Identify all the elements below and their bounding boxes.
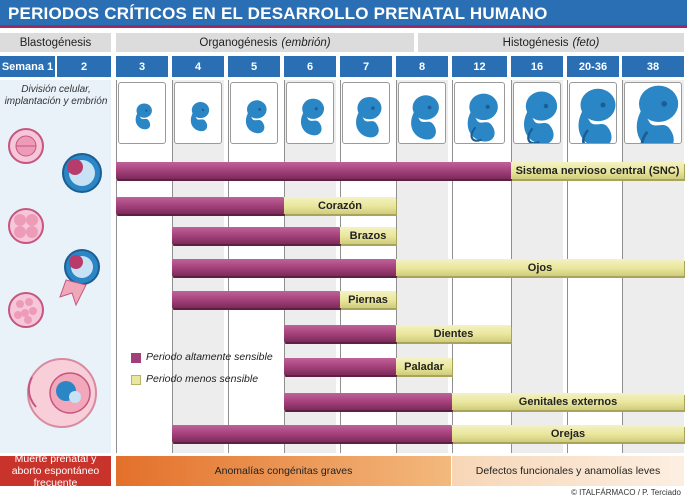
- bar-low-sensitivity: Orejas: [452, 425, 684, 442]
- bar-high-sensitivity: [172, 227, 340, 244]
- blastocyst-icon: [62, 153, 102, 193]
- bar-low-sensitivity: Dientes: [396, 325, 511, 342]
- organ-label: Corazón: [318, 199, 362, 212]
- embryo-cell-week-12: [454, 82, 505, 144]
- phase-blastogenesis-label: Blastogénesis: [19, 36, 92, 49]
- four-cell-embryo-icon: [8, 208, 44, 244]
- bar-low-sensitivity: Piernas: [340, 291, 396, 308]
- embryo-icon: [135, 103, 152, 130]
- embryo-icon: [356, 96, 382, 138]
- column-divider: [116, 80, 117, 453]
- zygote-icon: [8, 128, 44, 164]
- week-header-1: Semana 1: [0, 56, 55, 77]
- week-header-8: 8: [396, 56, 448, 77]
- legend-low-label: Periodo menos sensible: [146, 373, 259, 385]
- week-header-10: 16: [511, 56, 563, 77]
- legend-high-label: Periodo altamente sensible: [146, 351, 273, 363]
- phase-organogenesis-label: Organogénesis: [199, 36, 278, 49]
- embryo-icon: [190, 101, 210, 132]
- week1-caption: División celular, implantación y embrión: [4, 84, 108, 107]
- week-header-5: 5: [228, 56, 280, 77]
- morula-icon: [8, 292, 44, 328]
- bar-low-sensitivity: Genitales externos: [452, 393, 684, 410]
- embryo-cell-week-6: [286, 82, 334, 144]
- early-stage-illustrations: [8, 128, 102, 428]
- bar-high-sensitivity: [284, 393, 452, 410]
- embryo-icon: [411, 95, 439, 140]
- week-header-2: 2: [57, 56, 111, 77]
- week-header-4: 4: [172, 56, 224, 77]
- organ-label: Paladar: [404, 360, 444, 373]
- embryo-cell-week-7: [342, 82, 390, 144]
- organ-label: Dientes: [433, 327, 474, 340]
- organ-label: Orejas: [550, 427, 586, 440]
- embryo-cell-week-3: [118, 82, 166, 144]
- bar-low-sensitivity: Paladar: [396, 358, 452, 375]
- bar-high-sensitivity: [116, 162, 511, 179]
- week-header-12: 38: [622, 56, 684, 77]
- embryo-cell-week-5: [230, 82, 278, 144]
- embryo-icon: [300, 98, 325, 136]
- footer-functional-defects-label: Defectos funcionales y anamolías leves: [475, 465, 661, 477]
- organ-label: Genitales externos: [518, 395, 618, 408]
- bar-low-sensitivity: Corazón: [284, 197, 396, 214]
- embryo-cell-week-20-36: [569, 82, 617, 148]
- week-header-3: 3: [116, 56, 168, 77]
- bar-high-sensitivity: [172, 259, 396, 276]
- phase-organogenesis: Organogénesis (embrión): [116, 33, 414, 52]
- organ-label: Piernas: [348, 293, 388, 306]
- embryo-cell-week-8: [398, 82, 446, 144]
- embryo-cell-week-38: [624, 82, 682, 152]
- implanting-blastocyst-icon: [59, 249, 100, 307]
- embryo-cell-week-16: [513, 82, 561, 145]
- footer-severe-anomalies: Anomalías congénitas graves: [116, 456, 451, 486]
- page-title: PERIODOS CRÍTICOS EN EL DESARROLLO PRENA…: [8, 4, 548, 23]
- legend-high-swatch: [131, 353, 141, 363]
- organ-label: Ojos: [527, 261, 553, 274]
- footer-prenatal-death: Muerte prenatal y aborto espontáneo frec…: [0, 453, 111, 489]
- bar-high-sensitivity: [172, 425, 452, 442]
- week-header-6: 6: [284, 56, 336, 77]
- bar-high-sensitivity: [172, 291, 340, 308]
- bar-high-sensitivity: [284, 325, 396, 342]
- bar-low-sensitivity: Ojos: [396, 259, 684, 276]
- phase-organogenesis-note: (embrión): [281, 36, 331, 49]
- embryo-icon: [578, 88, 616, 148]
- embryo-icon: [636, 85, 679, 152]
- bar-low-sensitivity: Brazos: [340, 227, 396, 244]
- organ-label: Brazos: [349, 229, 387, 242]
- week-header-11: 20-36: [567, 56, 619, 77]
- bar-high-sensitivity: [284, 358, 396, 375]
- phase-blastogenesis: Blastogénesis: [0, 33, 111, 52]
- legend-low-swatch: [131, 375, 141, 385]
- bar-high-sensitivity: [116, 197, 284, 214]
- embryo-icon: [524, 91, 558, 145]
- footer-prenatal-death-label: Muerte prenatal y aborto espontáneo frec…: [11, 453, 100, 489]
- embryo-cell-week-4: [174, 82, 222, 144]
- organ-label: Sistema nervioso central (SNC): [515, 164, 680, 177]
- phase-histogenesis: Histogénesis (feto): [418, 33, 684, 52]
- phase-histogenesis-note: (feto): [572, 36, 600, 49]
- embryo-icon: [245, 100, 267, 134]
- week-header-9: 12: [452, 56, 507, 77]
- credit-text: © ITALFÁRMACO / P. Terciado: [571, 488, 681, 497]
- phase-histogenesis-label: Histogénesis: [502, 36, 569, 49]
- footer-functional-defects: Defectos funcionales y anamolías leves: [452, 456, 684, 486]
- embryo-in-uterus-icon: [27, 358, 97, 428]
- footer-severe-anomalies-label: Anomalías congénitas graves: [214, 465, 353, 477]
- bar-low-sensitivity: Sistema nervioso central (SNC): [511, 162, 684, 179]
- embryo-icon: [467, 93, 498, 142]
- week-header-7: 7: [340, 56, 392, 77]
